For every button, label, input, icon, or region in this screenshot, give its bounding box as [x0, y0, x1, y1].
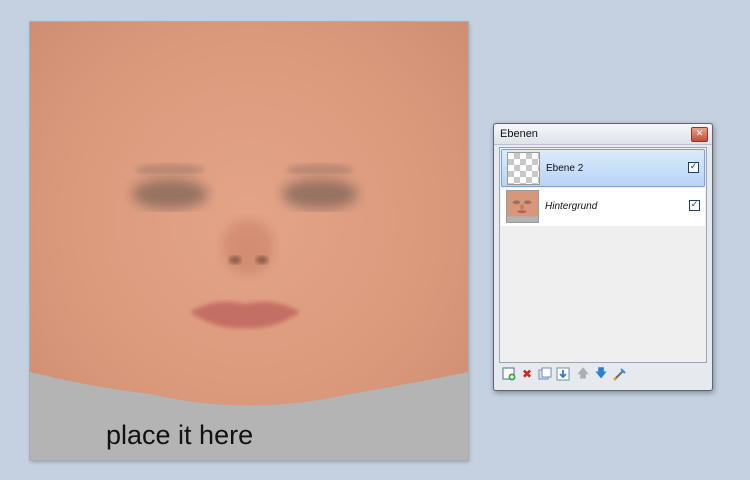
delete-layer-button[interactable]: ✖: [519, 366, 535, 382]
layer-row-ebene-2[interactable]: Ebene 2 ✓: [501, 149, 705, 187]
layer-properties-button[interactable]: [611, 366, 627, 382]
layer-visibility-checkbox[interactable]: ✓: [689, 200, 700, 211]
layer-name: Ebene 2: [546, 163, 584, 174]
close-icon: ✕: [695, 129, 704, 139]
add-layer-button[interactable]: [501, 366, 517, 382]
merge-down-button[interactable]: [555, 366, 571, 382]
layers-panel-title: Ebenen: [500, 128, 538, 140]
layer-thumbnail: [506, 190, 539, 223]
image-canvas[interactable]: place it here: [30, 22, 468, 460]
face-thumbnail-image: [507, 191, 538, 222]
layers-list: Ebene 2 ✓ Hintergrund ✓: [499, 147, 707, 363]
merge-down-icon: [556, 367, 570, 381]
delete-layer-icon: ✖: [521, 367, 533, 381]
close-button[interactable]: ✕: [691, 127, 708, 142]
move-layer-up-button[interactable]: 🡅: [575, 366, 591, 382]
layer-properties-icon: [613, 368, 626, 381]
layer-row-hintergrund[interactable]: Hintergrund ✓: [501, 188, 705, 226]
canvas-caption: place it here: [106, 420, 254, 450]
layers-panel-titlebar[interactable]: Ebenen ✕: [494, 124, 712, 145]
add-layer-icon: [502, 367, 516, 381]
move-up-icon: 🡅: [576, 365, 590, 380]
layer-visibility-checkbox[interactable]: ✓: [688, 162, 699, 173]
move-down-icon: 🡇: [594, 365, 608, 380]
face-texture-image: [30, 22, 468, 460]
layer-thumbnail: [507, 152, 540, 185]
move-layer-down-button[interactable]: 🡇: [593, 366, 609, 382]
duplicate-layer-icon: [538, 367, 552, 380]
layer-name: Hintergrund: [545, 201, 598, 212]
layers-panel: Ebenen ✕ Ebene 2 ✓ Hintergrund ✓ ✖ 🡅 🡇: [493, 123, 713, 391]
duplicate-layer-button[interactable]: [537, 366, 553, 382]
layers-toolbar: ✖ 🡅 🡇: [499, 363, 705, 385]
